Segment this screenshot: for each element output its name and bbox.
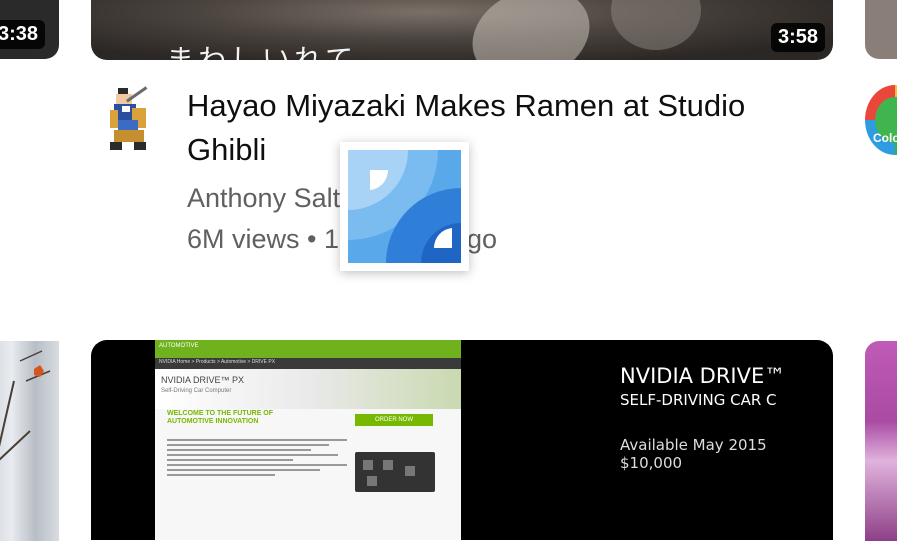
video-thumbnail-left-bottom[interactable]: [0, 341, 59, 541]
web-welcome: WELCOME TO THE FUTURE OF AUTOMOTIVE INNO…: [167, 410, 274, 425]
thumbnail-caption: まわしいれて: [166, 43, 358, 60]
app-icon: [348, 150, 461, 263]
web-product-subtitle: Self-Driving Car Computer: [161, 388, 232, 394]
web-body-text: [167, 436, 347, 479]
duration-badge: 3:58: [770, 23, 825, 52]
video-thumbnail-right-top[interactable]: [865, 0, 897, 59]
web-order-button: ORDER NOW: [355, 414, 433, 426]
duration-badge: 3:38: [0, 20, 45, 49]
video-thumbnail-main-top[interactable]: まわしいれて 3:58: [91, 0, 833, 60]
thumbnail-detail: [611, 0, 701, 50]
slide-availability: Available May 2015: [620, 436, 767, 454]
samurai-avatar-icon: [110, 86, 148, 150]
channel-name[interactable]: Anthony Salt: [187, 183, 340, 214]
drive-px-board: [355, 452, 435, 492]
video-thumbnail-right-bottom[interactable]: [865, 341, 897, 541]
views-and-date: 6M views • 1: [187, 224, 339, 254]
video-title[interactable]: Hayao Miyazaki Makes Ramen at Studio Ghi…: [187, 84, 807, 172]
web-product-title: NVIDIA DRIVE™ PX: [161, 375, 245, 385]
slide-price: $10,000: [620, 454, 683, 472]
floating-app-icon[interactable]: [340, 142, 469, 271]
video-thumbnail-left-top[interactable]: 3:38: [0, 0, 59, 59]
thumbnail-detail: [459, 0, 603, 60]
slide-subtitle: SELF-DRIVING CAR C: [620, 391, 777, 409]
avatar-text: Colo: [873, 131, 897, 145]
web-banner: NVIDIA DRIVE™ PX Self-Driving Car Comput…: [155, 369, 461, 409]
date-tail: go: [467, 224, 498, 254]
channel-avatar[interactable]: [96, 86, 160, 154]
webpage-screenshot: AUTOMOTIVE NVIDIA Home > Products > Auto…: [155, 340, 461, 540]
video-thumbnail-main-bottom[interactable]: AUTOMOTIVE NVIDIA Home > Products > Auto…: [91, 340, 833, 540]
slide-title: NVIDIA DRIVE™: [620, 364, 786, 388]
web-header: AUTOMOTIVE: [155, 340, 461, 358]
tree-illustration: [0, 350, 51, 461]
channel-avatar-right[interactable]: Colo: [865, 85, 897, 155]
web-breadcrumb: NVIDIA Home > Products > Automotive > DR…: [155, 358, 461, 369]
